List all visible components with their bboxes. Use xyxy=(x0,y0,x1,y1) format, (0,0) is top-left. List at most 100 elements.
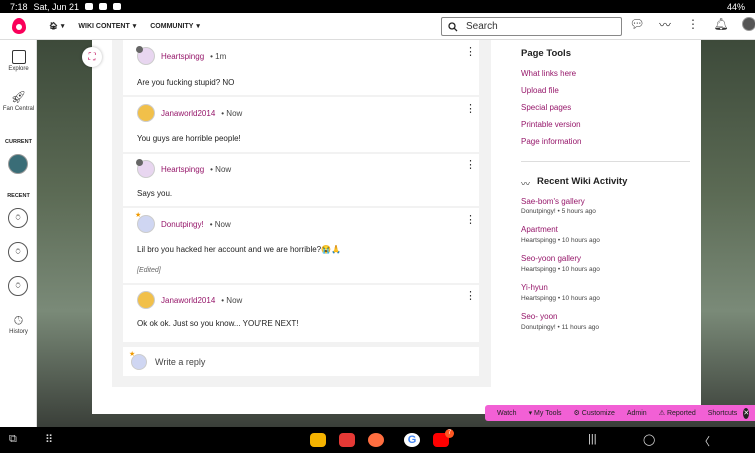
top-navigation: 🏠︎ ▾ WIKI CONTENT ▾ COMMUNITY ▾ Search 💬︎ 〰… xyxy=(0,13,755,40)
close-icon[interactable]: ✕ xyxy=(743,407,750,419)
explore-icon xyxy=(11,50,26,64)
reply-item: Janaworld2014 • Now ⋮ Ok ok ok. Just so … xyxy=(123,285,479,342)
more-options-icon[interactable]: ⋮ xyxy=(465,215,476,226)
edited-label: [Edited] xyxy=(137,267,161,274)
avatar[interactable] xyxy=(135,211,155,233)
my-tools-button[interactable]: ▾ My Tools xyxy=(523,409,568,417)
reply-timestamp: • 1m xyxy=(210,51,227,61)
reply-item: Donutpingy! • Now ⋮ Lil bro you hacked h… xyxy=(123,208,479,283)
activity-item-link[interactable]: Seo- yoon xyxy=(521,312,557,321)
more-options-icon[interactable]: ⋮ xyxy=(465,104,476,115)
back-icon[interactable]: 〈 xyxy=(699,433,710,449)
more-icon[interactable]: ⋮ xyxy=(686,17,700,31)
avatar[interactable] xyxy=(136,46,155,65)
wiki-content-menu[interactable]: WIKI CONTENT ▾ xyxy=(78,22,137,31)
chevron-down-icon: ▾ xyxy=(132,23,137,30)
link-page-information[interactable]: Page information xyxy=(521,137,581,146)
activity-item-link[interactable]: Seo-yoon gallery xyxy=(521,254,581,263)
app-drawer-icon[interactable]: ⠿ xyxy=(45,433,53,446)
reply-item: Heartspingg • 1m ⋮ Are you fucking stupi… xyxy=(123,40,479,95)
avatar[interactable] xyxy=(136,159,155,178)
sidebar-history[interactable]: 🕓︎ History xyxy=(0,315,37,336)
reply-header: Donutpingy! • Now xyxy=(135,211,231,233)
shortcuts-button[interactable]: Shortcuts xyxy=(702,410,744,417)
admin-button[interactable]: Admin xyxy=(621,410,653,417)
recent-activity-heading: Recent Wiki Activity xyxy=(537,176,628,187)
right-rail: Page Tools What links here Upload file S… xyxy=(510,40,701,414)
reported-button[interactable]: ⚠ Reported xyxy=(653,409,702,417)
reply-text: Are you fucking stupid? NO xyxy=(137,78,235,87)
reply-text: Says you. xyxy=(137,189,173,198)
link-upload-file[interactable]: Upload file xyxy=(521,86,559,95)
search-icon xyxy=(448,21,458,31)
activity-item-meta: Heartspingg • 10 hours ago xyxy=(521,295,600,302)
avatar[interactable] xyxy=(137,291,155,309)
wiki-home-menu[interactable]: 🏠︎ ▾ xyxy=(49,22,64,30)
reply-timestamp: • Now xyxy=(221,295,243,305)
chevron-down-icon: ▾ xyxy=(196,23,200,30)
more-options-icon[interactable]: ⋮ xyxy=(465,47,476,58)
google-app-icon[interactable]: G xyxy=(404,433,420,447)
notifications-bell-icon[interactable]: 🔔︎ xyxy=(713,17,728,31)
youtube-icon xyxy=(99,3,108,10)
left-sidebar: Explore 🚀︎ Fan Central CURRENT RECENT ⍥ … xyxy=(0,40,37,427)
more-options-icon[interactable]: ⋮ xyxy=(465,160,476,171)
divider xyxy=(521,161,690,162)
flipboard-app-icon[interactable] xyxy=(339,433,355,447)
sidebar-fan-central[interactable]: 🚀︎ Fan Central xyxy=(0,90,37,113)
explore-label: Explore xyxy=(8,66,29,72)
battery-level: 44% xyxy=(726,1,745,12)
reply-header: Janaworld2014 • Now xyxy=(137,104,242,122)
reply-text: Lil bro you hacked her account and we ar… xyxy=(137,245,342,254)
discussions-icon[interactable]: 💬︎ xyxy=(629,17,644,31)
expand-icon[interactable]: ⛶ xyxy=(82,47,102,67)
files-app-icon[interactable] xyxy=(310,433,326,447)
user-avatar[interactable] xyxy=(742,17,755,31)
gear-icon: ⚙ xyxy=(573,410,582,417)
reply-username[interactable]: Heartspingg xyxy=(161,52,204,61)
screenshot-icon[interactable]: ⧉ xyxy=(9,433,17,446)
recent-wiki-icon[interactable]: ⍥ xyxy=(8,242,28,262)
recents-icon[interactable]: ||| xyxy=(588,433,597,445)
more-options-icon[interactable]: ⋮ xyxy=(465,291,476,302)
sidebar-explore[interactable]: Explore xyxy=(0,50,37,73)
avatar[interactable] xyxy=(137,104,155,122)
fan-central-label: Fan Central xyxy=(2,106,35,112)
activity-item-link[interactable]: Apartment xyxy=(521,225,558,234)
wiki-icon: 🏠︎ xyxy=(49,23,58,30)
reply-username[interactable]: Janaworld2014 xyxy=(161,296,215,305)
activity-item-link[interactable]: Sae-bom's gallery xyxy=(521,197,585,206)
recent-wiki-icon[interactable]: ⍥ xyxy=(8,208,28,228)
system-navbar: ⧉ ⠿ G 7 ||| ◯ 〈 xyxy=(0,427,755,453)
current-heading: CURRENT xyxy=(5,139,32,145)
activity-icon[interactable]: 〰 xyxy=(658,17,672,32)
reply-username[interactable]: Janaworld2014 xyxy=(161,109,215,118)
clock: 7:18 xyxy=(10,1,28,12)
activity-item-meta: Heartspingg • 10 hours ago xyxy=(521,237,600,244)
community-menu[interactable]: COMMUNITY ▾ xyxy=(150,22,200,31)
activity-icon: 〰 xyxy=(521,179,531,189)
reply-username[interactable]: Heartspingg xyxy=(161,165,204,174)
activity-item-link[interactable]: Yi-hyun xyxy=(521,283,548,292)
watch-button[interactable]: Watch xyxy=(491,410,523,417)
contacts-app-icon[interactable] xyxy=(368,433,384,447)
search-input[interactable]: Search xyxy=(441,17,622,36)
reply-username[interactable]: Donutpingy! xyxy=(161,220,204,229)
fandom-logo[interactable] xyxy=(0,13,37,40)
notification-badge: 7 xyxy=(445,429,454,438)
write-reply-input[interactable]: Write a reply xyxy=(123,347,479,376)
youtube-icon xyxy=(85,3,94,10)
reply-header: Heartspingg • 1m xyxy=(136,46,227,65)
reply-header: Heartspingg • Now xyxy=(136,159,231,178)
date: Sat, Jun 21 xyxy=(33,1,80,12)
reply-text: Ok ok ok. Just so you know... YOU'RE NEX… xyxy=(137,319,299,328)
customize-button[interactable]: ⚙ Customize xyxy=(568,409,621,417)
link-what-links-here[interactable]: What links here xyxy=(521,69,576,78)
link-special-pages[interactable]: Special pages xyxy=(521,103,571,112)
activity-item-meta: Donutpingy! • 11 hours ago xyxy=(521,324,600,331)
home-icon[interactable]: ◯ xyxy=(643,433,655,446)
current-wiki-avatar[interactable] xyxy=(8,154,28,174)
recent-wiki-icon[interactable]: ⍥ xyxy=(8,276,28,296)
link-printable-version[interactable]: Printable version xyxy=(521,120,581,129)
write-reply-placeholder: Write a reply xyxy=(155,356,206,367)
